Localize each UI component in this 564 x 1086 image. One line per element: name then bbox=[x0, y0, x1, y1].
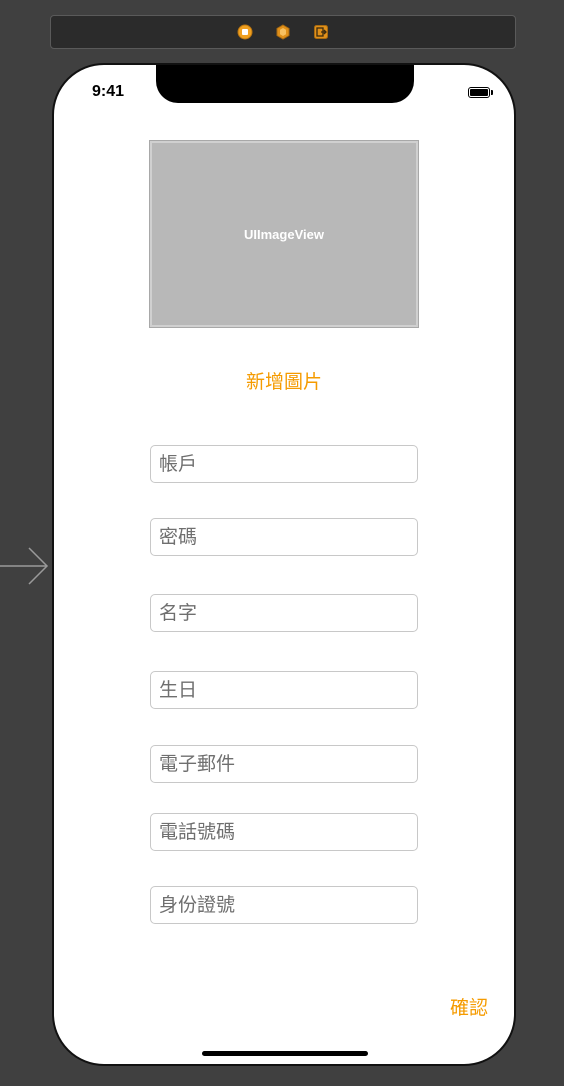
image-view[interactable]: UIImageView bbox=[149, 140, 419, 328]
email-field[interactable] bbox=[150, 745, 418, 783]
name-field[interactable] bbox=[150, 594, 418, 632]
entry-point-arrow-icon bbox=[0, 547, 49, 585]
password-field[interactable] bbox=[150, 518, 418, 556]
status-time: 9:41 bbox=[92, 83, 125, 100]
storyboard-canvas: 9:41 UIImageView 新增圖片 確認 bbox=[0, 0, 564, 1086]
confirm-button[interactable]: 確認 bbox=[442, 993, 496, 1023]
add-image-button[interactable]: 新增圖片 bbox=[184, 367, 384, 397]
iphone-scene: 9:41 UIImageView 新增圖片 確認 bbox=[52, 63, 516, 1066]
phone-field[interactable] bbox=[150, 813, 418, 851]
view-controller-icon[interactable] bbox=[237, 24, 253, 40]
id-number-field[interactable] bbox=[150, 886, 418, 924]
home-indicator bbox=[202, 1051, 368, 1056]
battery-icon bbox=[468, 87, 490, 98]
scene-dock bbox=[50, 15, 516, 49]
birthday-field[interactable] bbox=[150, 671, 418, 709]
first-responder-icon[interactable] bbox=[275, 24, 291, 40]
exit-icon[interactable] bbox=[313, 24, 329, 40]
device-notch bbox=[156, 65, 414, 103]
image-view-label: UIImageView bbox=[244, 226, 324, 242]
battery-nub bbox=[491, 90, 493, 95]
account-field[interactable] bbox=[150, 445, 418, 483]
